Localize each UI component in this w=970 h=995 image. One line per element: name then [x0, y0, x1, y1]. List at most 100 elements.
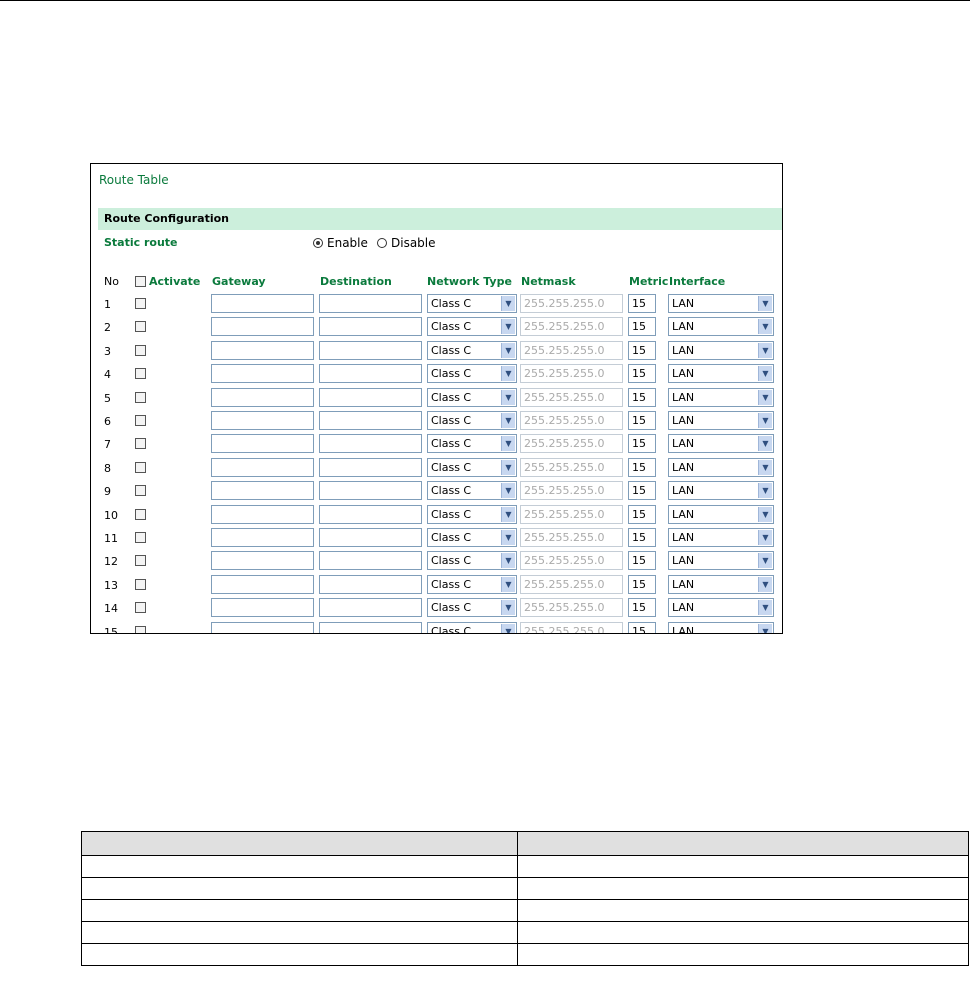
network-type-select[interactable]: Class C ▼ [427, 551, 517, 571]
activate-checkbox[interactable] [135, 625, 146, 633]
metric-input[interactable] [628, 340, 656, 360]
destination-input[interactable] [319, 340, 422, 360]
chevron-down-icon[interactable]: ▼ [758, 506, 772, 522]
activate-checkbox[interactable] [135, 298, 146, 309]
gateway-input[interactable] [211, 340, 314, 360]
destination-input[interactable] [319, 434, 422, 454]
chevron-down-icon[interactable]: ▼ [501, 366, 515, 382]
gateway-input[interactable] [211, 294, 314, 313]
chevron-down-icon[interactable]: ▼ [501, 459, 515, 475]
chevron-down-icon[interactable]: ▼ [758, 483, 772, 499]
netmask-input[interactable] [520, 434, 623, 454]
chevron-down-icon[interactable]: ▼ [501, 600, 515, 616]
activate-checkbox[interactable] [135, 485, 146, 497]
chevron-down-icon[interactable]: ▼ [501, 530, 515, 545]
radio-icon[interactable] [377, 238, 387, 248]
activate-checkbox[interactable] [135, 602, 146, 614]
network-type-select[interactable]: Class C ▼ [427, 621, 517, 633]
activate-checkbox[interactable] [135, 532, 146, 543]
netmask-input[interactable] [520, 317, 623, 337]
activate-checkbox[interactable] [135, 555, 146, 567]
activate-checkbox[interactable] [135, 415, 146, 426]
netmask-input[interactable] [520, 364, 623, 384]
interface-select[interactable]: LAN ▼ [668, 528, 774, 547]
network-type-select[interactable]: Class C ▼ [427, 457, 517, 477]
metric-input[interactable] [628, 411, 656, 430]
activate-checkbox[interactable] [135, 321, 146, 333]
interface-select[interactable]: LAN ▼ [668, 621, 774, 633]
destination-input[interactable] [319, 411, 422, 430]
network-type-select[interactable]: Class C ▼ [427, 481, 517, 501]
interface-select[interactable]: LAN ▼ [668, 504, 774, 524]
metric-input[interactable] [628, 364, 656, 384]
interface-select[interactable]: LAN ▼ [668, 411, 774, 430]
network-type-select[interactable]: Class C ▼ [427, 528, 517, 547]
interface-select[interactable]: LAN ▼ [668, 364, 774, 384]
gateway-input[interactable] [211, 504, 314, 524]
metric-input[interactable] [628, 434, 656, 454]
activate-checkbox[interactable] [135, 438, 146, 450]
metric-input[interactable] [628, 528, 656, 547]
destination-input[interactable] [319, 621, 422, 633]
destination-input[interactable] [319, 317, 422, 337]
gateway-input[interactable] [211, 528, 314, 547]
metric-input[interactable] [628, 551, 656, 571]
interface-select[interactable]: LAN ▼ [668, 457, 774, 477]
interface-select[interactable]: LAN ▼ [668, 551, 774, 571]
metric-input[interactable] [628, 504, 656, 524]
chevron-down-icon[interactable]: ▼ [501, 576, 515, 592]
netmask-input[interactable] [520, 387, 623, 407]
activate-checkbox[interactable] [135, 461, 146, 473]
network-type-select[interactable]: Class C ▼ [427, 294, 517, 313]
activate-checkbox[interactable] [135, 578, 146, 590]
interface-select[interactable]: LAN ▼ [668, 481, 774, 501]
network-type-select[interactable]: Class C ▼ [427, 411, 517, 430]
destination-input[interactable] [319, 528, 422, 547]
chevron-down-icon[interactable]: ▼ [758, 530, 772, 545]
destination-input[interactable] [319, 504, 422, 524]
activate-checkbox[interactable] [135, 391, 146, 403]
gateway-input[interactable] [211, 481, 314, 501]
interface-select[interactable]: LAN ▼ [668, 340, 774, 360]
network-type-select[interactable]: Class C ▼ [427, 574, 517, 594]
interface-select[interactable]: LAN ▼ [668, 294, 774, 313]
chevron-down-icon[interactable]: ▼ [501, 436, 515, 452]
destination-input[interactable] [319, 481, 422, 501]
metric-input[interactable] [628, 598, 656, 618]
gateway-input[interactable] [211, 621, 314, 633]
chevron-down-icon[interactable]: ▼ [758, 413, 772, 428]
netmask-input[interactable] [520, 481, 623, 501]
chevron-down-icon[interactable]: ▼ [758, 459, 772, 475]
destination-input[interactable] [319, 574, 422, 594]
chevron-down-icon[interactable]: ▼ [501, 342, 515, 358]
metric-input[interactable] [628, 387, 656, 407]
network-type-select[interactable]: Class C ▼ [427, 434, 517, 454]
gateway-input[interactable] [211, 317, 314, 337]
netmask-input[interactable] [520, 457, 623, 477]
netmask-input[interactable] [520, 598, 623, 618]
chevron-down-icon[interactable]: ▼ [501, 319, 515, 335]
chevron-down-icon[interactable]: ▼ [758, 623, 772, 633]
destination-input[interactable] [319, 387, 422, 407]
netmask-input[interactable] [520, 294, 623, 313]
chevron-down-icon[interactable]: ▼ [758, 576, 772, 592]
radio-disable[interactable]: Disable [377, 236, 436, 250]
metric-input[interactable] [628, 317, 656, 337]
destination-input[interactable] [319, 364, 422, 384]
gateway-input[interactable] [211, 411, 314, 430]
chevron-down-icon[interactable]: ▼ [758, 342, 772, 358]
gateway-input[interactable] [211, 574, 314, 594]
destination-input[interactable] [319, 294, 422, 313]
chevron-down-icon[interactable]: ▼ [758, 553, 772, 569]
netmask-input[interactable] [520, 504, 623, 524]
metric-input[interactable] [628, 481, 656, 501]
chevron-down-icon[interactable]: ▼ [758, 600, 772, 616]
metric-input[interactable] [628, 574, 656, 594]
interface-select[interactable]: LAN ▼ [668, 387, 774, 407]
chevron-down-icon[interactable]: ▼ [758, 366, 772, 382]
netmask-input[interactable] [520, 528, 623, 547]
netmask-input[interactable] [520, 340, 623, 360]
interface-select[interactable]: LAN ▼ [668, 317, 774, 337]
network-type-select[interactable]: Class C ▼ [427, 340, 517, 360]
activate-checkbox[interactable] [135, 508, 146, 520]
